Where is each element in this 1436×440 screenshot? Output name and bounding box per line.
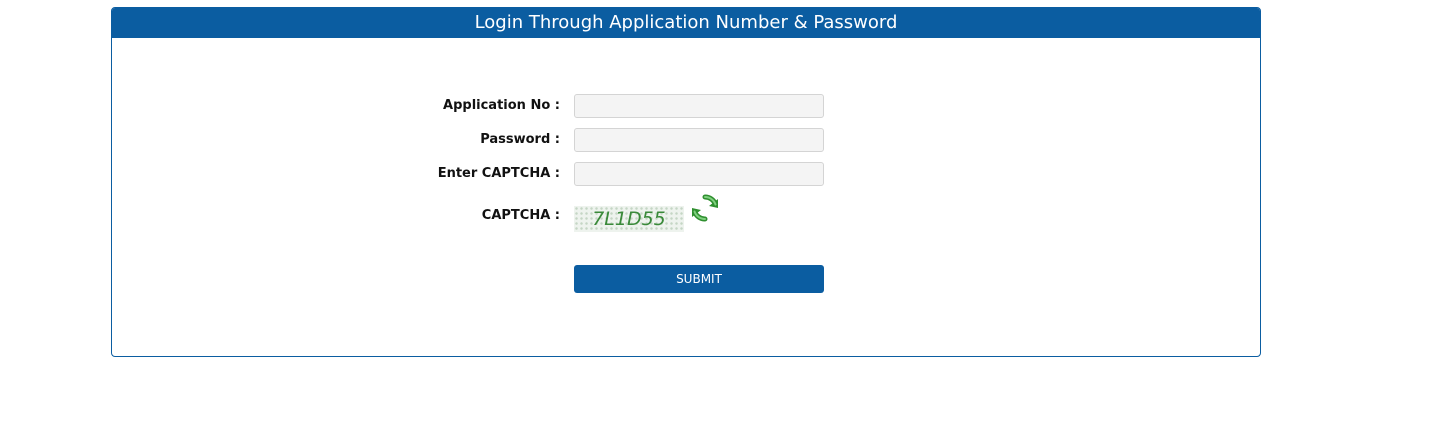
captcha-image: 7L1D55 — [574, 206, 684, 232]
captcha-label: CAPTCHA : — [481, 208, 560, 223]
captcha-input-row: Enter CAPTCHA : — [112, 162, 1260, 186]
application-no-row: Application No : — [112, 94, 1260, 118]
application-no-label: Application No : — [443, 98, 560, 113]
password-label: Password : — [480, 132, 560, 147]
application-no-input[interactable] — [574, 94, 824, 118]
login-panel: Login Through Application Number & Passw… — [111, 7, 1261, 357]
password-input[interactable] — [574, 128, 824, 152]
refresh-icon[interactable] — [689, 192, 721, 224]
captcha-input-label: Enter CAPTCHA : — [437, 166, 560, 181]
captcha-input[interactable] — [574, 162, 824, 186]
password-row: Password : — [112, 128, 1260, 152]
captcha-row: CAPTCHA : 7L1D55 — [112, 194, 1260, 232]
submit-button[interactable]: SUBMIT — [574, 265, 824, 293]
panel-title: Login Through Application Number & Passw… — [112, 8, 1260, 38]
